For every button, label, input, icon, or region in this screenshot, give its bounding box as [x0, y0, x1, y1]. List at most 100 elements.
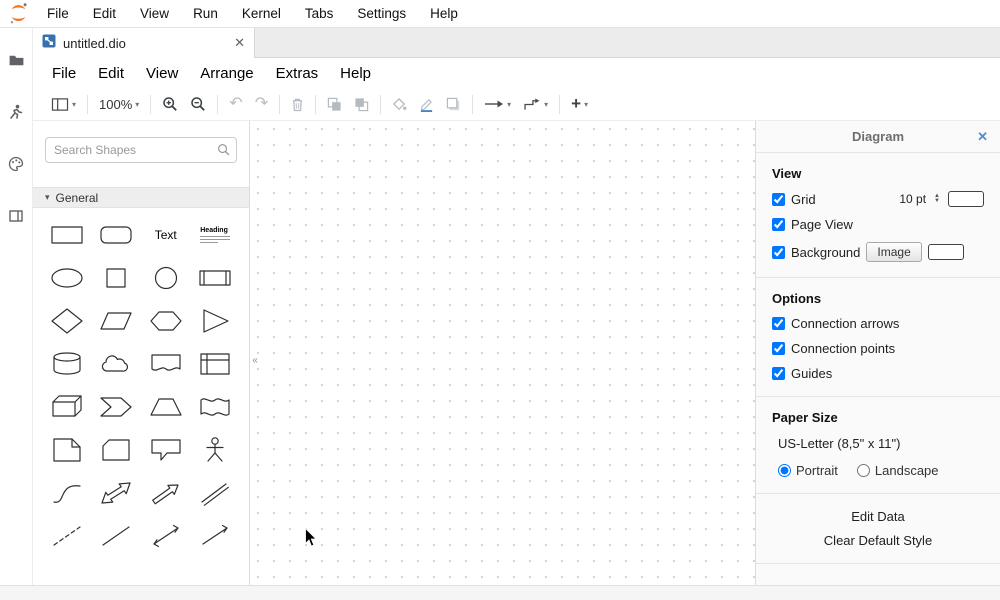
- shape-rounded-rectangle[interactable]: [95, 215, 137, 255]
- shape-process[interactable]: [194, 258, 236, 298]
- shape-cube[interactable]: [46, 387, 88, 427]
- jp-menu-file[interactable]: File: [35, 6, 81, 21]
- waypoints-style-dropdown[interactable]: ▾: [517, 95, 554, 114]
- page-view-label: Page View: [791, 217, 853, 232]
- shape-bidirectional-arrow[interactable]: [95, 473, 137, 513]
- drawio-file-icon: [42, 34, 56, 53]
- grid-size-value[interactable]: 10 pt: [899, 192, 926, 206]
- shape-diamond[interactable]: [46, 301, 88, 341]
- shape-callout[interactable]: [145, 430, 187, 470]
- shape-link[interactable]: [194, 473, 236, 513]
- shape-note[interactable]: [46, 430, 88, 470]
- dio-menu-edit[interactable]: Edit: [87, 65, 135, 82]
- dio-menu-extras[interactable]: Extras: [265, 65, 330, 82]
- jp-menu-tabs[interactable]: Tabs: [293, 6, 346, 21]
- view-layout-dropdown[interactable]: ▾: [45, 94, 82, 115]
- jp-menu-edit[interactable]: Edit: [81, 6, 128, 21]
- format-panel: Diagram ✕ View Grid 10 pt ▲ ▼ Page View: [755, 121, 1000, 585]
- shape-parallelogram[interactable]: [95, 301, 137, 341]
- shape-actor[interactable]: [194, 430, 236, 470]
- diagram-canvas[interactable]: «: [250, 121, 755, 585]
- shape-bidirectional-connector[interactable]: [145, 516, 187, 556]
- shape-hexagon[interactable]: [145, 301, 187, 341]
- connection-arrows-label: Connection arrows: [791, 316, 899, 331]
- open-tabs-icon[interactable]: [0, 196, 32, 236]
- guides-checkbox[interactable]: [772, 367, 785, 380]
- shape-line[interactable]: [95, 516, 137, 556]
- heading-preview-title: Heading: [200, 227, 230, 234]
- background-image-button[interactable]: Image: [866, 242, 921, 262]
- caret-down-icon: ▾: [135, 100, 139, 109]
- dio-menu-help[interactable]: Help: [329, 65, 382, 82]
- connection-style-dropdown[interactable]: ▾: [478, 95, 517, 113]
- shapes-panel: ▾ General Text Heading: [33, 121, 250, 585]
- shape-rectangle[interactable]: [46, 215, 88, 255]
- clear-default-style-link[interactable]: Clear Default Style: [772, 533, 984, 548]
- shape-cloud[interactable]: [95, 344, 137, 384]
- shape-tape[interactable]: [194, 387, 236, 427]
- shape-card[interactable]: [95, 430, 137, 470]
- grid-size-stepper[interactable]: ▲ ▼: [934, 194, 940, 204]
- dio-menu-file[interactable]: File: [41, 65, 87, 82]
- dio-menu-view[interactable]: View: [135, 65, 189, 82]
- page-view-checkbox[interactable]: [772, 218, 785, 231]
- shape-section-general[interactable]: ▾ General: [33, 187, 249, 208]
- dio-menu-arrange[interactable]: Arrange: [189, 65, 264, 82]
- shape-trapezoid[interactable]: [145, 387, 187, 427]
- shape-document[interactable]: [145, 344, 187, 384]
- shape-curve[interactable]: [46, 473, 88, 513]
- shape-search-input[interactable]: [45, 137, 237, 163]
- shape-circle[interactable]: [145, 258, 187, 298]
- view-heading: View: [772, 166, 984, 181]
- zoom-out-icon[interactable]: [184, 93, 212, 115]
- undo-icon[interactable]: ↶: [223, 93, 248, 115]
- jp-menu-view[interactable]: View: [128, 6, 181, 21]
- grid-color-swatch[interactable]: [948, 191, 984, 207]
- jp-menu-settings[interactable]: Settings: [345, 6, 418, 21]
- running-sessions-icon[interactable]: [0, 92, 32, 132]
- zoom-in-icon[interactable]: [156, 93, 184, 115]
- jp-menu-kernel[interactable]: Kernel: [230, 6, 293, 21]
- landscape-radio[interactable]: [857, 464, 870, 477]
- format-panel-close-icon[interactable]: ✕: [977, 129, 988, 145]
- connection-points-checkbox[interactable]: [772, 342, 785, 355]
- shape-dashed-line[interactable]: [46, 516, 88, 556]
- shape-directional-connector[interactable]: [194, 516, 236, 556]
- shape-arrow[interactable]: [145, 473, 187, 513]
- jp-menu-run[interactable]: Run: [181, 6, 230, 21]
- shape-ellipse[interactable]: [46, 258, 88, 298]
- jp-menu-help[interactable]: Help: [418, 6, 470, 21]
- paper-size-select[interactable]: US-Letter (8,5" x 11"): [778, 436, 984, 451]
- background-checkbox[interactable]: [772, 246, 785, 259]
- insert-dropdown[interactable]: + ▾: [565, 93, 594, 115]
- background-color-swatch[interactable]: [928, 244, 964, 260]
- options-section: Options Connection arrows Connection poi…: [756, 278, 1000, 397]
- shape-internal-storage[interactable]: [194, 344, 236, 384]
- connection-arrows-checkbox[interactable]: [772, 317, 785, 330]
- to-back-icon[interactable]: [348, 94, 375, 115]
- redo-icon[interactable]: ↷: [249, 93, 274, 115]
- file-browser-icon[interactable]: [0, 40, 32, 80]
- tab-close-icon[interactable]: ✕: [234, 35, 245, 51]
- collapse-panel-icon[interactable]: «: [250, 347, 260, 373]
- line-color-icon[interactable]: [413, 94, 440, 115]
- grid-checkbox[interactable]: [772, 193, 785, 206]
- shape-step[interactable]: [95, 387, 137, 427]
- shape-text[interactable]: Text: [145, 215, 187, 255]
- command-palette-icon[interactable]: [0, 144, 32, 184]
- to-front-icon[interactable]: [321, 94, 348, 115]
- zoom-level-dropdown[interactable]: 100% ▾: [93, 94, 145, 115]
- shape-square[interactable]: [95, 258, 137, 298]
- shape-triangle[interactable]: [194, 301, 236, 341]
- drawio-toolbar: ▾ 100% ▾ ↶ ↷: [33, 88, 1000, 121]
- delete-icon[interactable]: [285, 94, 310, 115]
- shape-cylinder[interactable]: [46, 344, 88, 384]
- portrait-radio[interactable]: [778, 464, 791, 477]
- edit-data-link[interactable]: Edit Data: [772, 509, 984, 524]
- shape-heading[interactable]: Heading: [194, 215, 236, 255]
- connection-points-label: Connection points: [791, 341, 895, 356]
- tab-untitled-dio[interactable]: untitled.dio ✕: [33, 28, 255, 58]
- shadow-icon[interactable]: [440, 94, 467, 115]
- stepper-down-icon[interactable]: ▼: [934, 199, 940, 204]
- fill-color-icon[interactable]: [386, 94, 413, 115]
